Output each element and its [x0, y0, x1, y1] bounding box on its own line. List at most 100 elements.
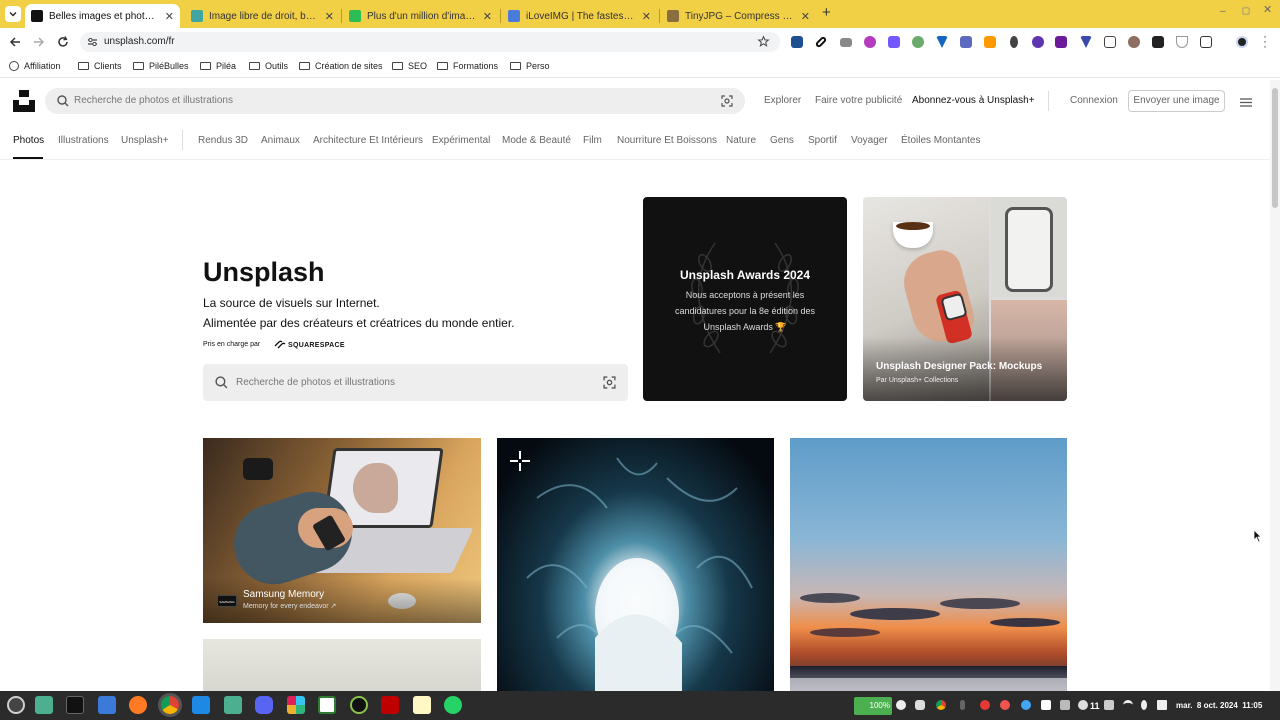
tray-app-icon[interactable] — [1060, 700, 1070, 710]
vscode-app-icon[interactable] — [192, 696, 210, 714]
terminal-app-icon[interactable] — [66, 696, 84, 714]
login-link[interactable]: Connexion — [1070, 95, 1118, 106]
browser-tab[interactable]: Plus d'un million d'images (li ✕ — [343, 4, 498, 28]
tray-app-icon[interactable] — [1104, 700, 1114, 710]
extension-icon[interactable] — [791, 36, 803, 48]
window-minimize-button[interactable]: – — [1220, 6, 1230, 17]
category-tab[interactable]: Voyager — [851, 135, 888, 146]
submit-image-button[interactable]: Envoyer une image — [1128, 90, 1225, 112]
browser-tab[interactable]: iLoveIMG | The fastest free ✕ — [502, 4, 657, 28]
extension-icon[interactable] — [1152, 36, 1164, 48]
extension-icon[interactable] — [912, 36, 924, 48]
category-tab[interactable]: Sportif — [808, 135, 837, 146]
camera-extension-icon[interactable] — [840, 38, 852, 47]
extension-icon[interactable] — [1055, 36, 1067, 48]
category-tab[interactable]: Étoiles Montantes — [901, 135, 981, 146]
tab-search-button[interactable] — [5, 6, 21, 22]
category-tab[interactable]: Gens — [770, 135, 794, 146]
files-app-icon[interactable] — [35, 696, 53, 714]
reload-button[interactable] — [56, 35, 70, 52]
slack-app-icon[interactable] — [287, 696, 305, 714]
battery-indicator[interactable]: 100% — [854, 697, 892, 715]
nav-subscribe[interactable]: Abonnez-vous à Unsplash+ — [912, 95, 1035, 106]
tray-app-icon[interactable] — [896, 700, 906, 710]
extension-icon[interactable] — [1128, 36, 1140, 48]
microphone-tray-icon[interactable] — [960, 700, 965, 710]
samsung-subtitle[interactable]: Memory for every endeavor ↗ — [243, 602, 336, 610]
discord-app-icon[interactable] — [255, 696, 273, 714]
browser-tab[interactable]: TinyJPG – Compress WebP, ✕ — [661, 4, 816, 28]
tab-close-icon[interactable]: ✕ — [801, 10, 810, 23]
wifi-tray-icon[interactable] — [1123, 700, 1133, 710]
photo-samsung-laptop[interactable]: SAMSUNG Samsung Memory Memory for every … — [203, 438, 481, 623]
extension-icon[interactable] — [1176, 36, 1188, 48]
tab-close-icon[interactable]: ✕ — [325, 10, 334, 23]
extension-icon[interactable] — [888, 36, 900, 48]
extension-icon[interactable] — [1010, 36, 1018, 48]
bookmark-item[interactable]: Clients — [78, 61, 122, 71]
extension-icon[interactable] — [1104, 36, 1116, 48]
url-field[interactable]: unsplash.com/fr — [80, 32, 780, 52]
category-tab[interactable]: Architecture Et Intérieurs — [313, 135, 423, 146]
profile-avatar[interactable] — [1236, 36, 1248, 48]
nav-explore[interactable]: Explorer — [764, 95, 801, 106]
category-tab[interactable]: Photos — [13, 135, 44, 146]
browser-tab[interactable]: Image libre de droit, banque ✕ — [185, 4, 340, 28]
category-tab[interactable]: Film — [583, 135, 602, 146]
category-tab[interactable]: Mode & Beauté — [502, 135, 571, 146]
unsplash-plus-badge-icon[interactable] — [510, 451, 530, 471]
whatsapp-app-icon[interactable] — [444, 696, 462, 714]
code-app-icon[interactable] — [318, 696, 336, 714]
unsplash-logo[interactable] — [13, 90, 35, 112]
discord-tray-icon[interactable] — [915, 700, 925, 710]
window-maximize-button[interactable] — [1242, 7, 1250, 15]
folder-app-icon[interactable] — [224, 696, 242, 714]
puzzle-extensions-icon[interactable] — [1200, 36, 1212, 48]
slack-tray-icon[interactable] — [1078, 700, 1088, 710]
window-close-button[interactable]: ✕ — [1263, 3, 1272, 16]
volume-tray-icon[interactable] — [1157, 700, 1167, 710]
notification-count[interactable]: 11 — [1090, 701, 1100, 711]
chrome-app-icon[interactable] — [161, 696, 179, 714]
bookmark-item[interactable]: Formations — [437, 61, 498, 71]
tray-app-icon[interactable] — [980, 700, 990, 710]
visual-search-icon[interactable] — [603, 376, 616, 389]
category-tab[interactable]: Rendus 3D — [198, 135, 248, 146]
extension-icon[interactable] — [960, 36, 972, 48]
chrome-tray-icon[interactable] — [936, 700, 946, 710]
bookmark-item[interactable]: Affiliation — [9, 61, 60, 71]
category-tab[interactable]: Animaux — [261, 135, 300, 146]
bookmark-item[interactable]: PiléBulles — [133, 61, 189, 71]
category-tab[interactable]: Nourriture Et Boissons — [617, 135, 717, 146]
extension-icon[interactable] — [864, 36, 876, 48]
extension-icon[interactable] — [984, 36, 996, 48]
bookmark-item[interactable]: SEO — [392, 61, 427, 71]
extension-icon[interactable] — [1032, 36, 1044, 48]
music-tray-icon[interactable] — [1141, 700, 1147, 710]
taskbar-clock[interactable]: mar. 8 oct. 2024 11:05 — [1176, 701, 1262, 710]
tab-close-icon[interactable]: ✕ — [165, 10, 174, 23]
tray-app-icon[interactable] — [1041, 700, 1051, 710]
photo-ice-cave[interactable] — [497, 438, 774, 691]
squarespace-link[interactable]: SQUARESPACE — [274, 340, 345, 350]
new-tab-button[interactable]: + — [822, 5, 836, 21]
bookmark-item[interactable]: Outils — [249, 61, 288, 71]
designer-pack-card[interactable]: Unsplash Designer Pack: Mockups Par Unsp… — [863, 197, 1067, 401]
photo-sunset-beach[interactable] — [790, 438, 1067, 691]
scrollbar-thumb[interactable] — [1272, 88, 1278, 208]
visual-search-icon[interactable] — [721, 95, 733, 107]
category-tab[interactable]: Illustrations — [58, 135, 109, 146]
bookmark-item[interactable]: Piléa — [200, 61, 236, 71]
category-tab[interactable]: Expérimental — [432, 135, 490, 146]
samsung-logo[interactable]: SAMSUNG — [217, 595, 237, 607]
samsung-title[interactable]: Samsung Memory — [243, 589, 324, 600]
chrome-menu-button[interactable]: · · · — [1262, 30, 1268, 52]
back-button[interactable] — [8, 35, 22, 52]
tray-app-icon[interactable] — [1021, 700, 1031, 710]
tab-close-icon[interactable]: ✕ — [483, 10, 492, 23]
header-search-bar[interactable]: Recherche de photos et illustrations — [45, 88, 745, 114]
page-scrollbar[interactable] — [1270, 80, 1280, 691]
tab-close-icon[interactable]: ✕ — [642, 10, 651, 23]
hero-search-bar[interactable]: Recherche de photos et illustrations — [203, 364, 628, 401]
photo-next-left[interactable] — [203, 639, 481, 691]
